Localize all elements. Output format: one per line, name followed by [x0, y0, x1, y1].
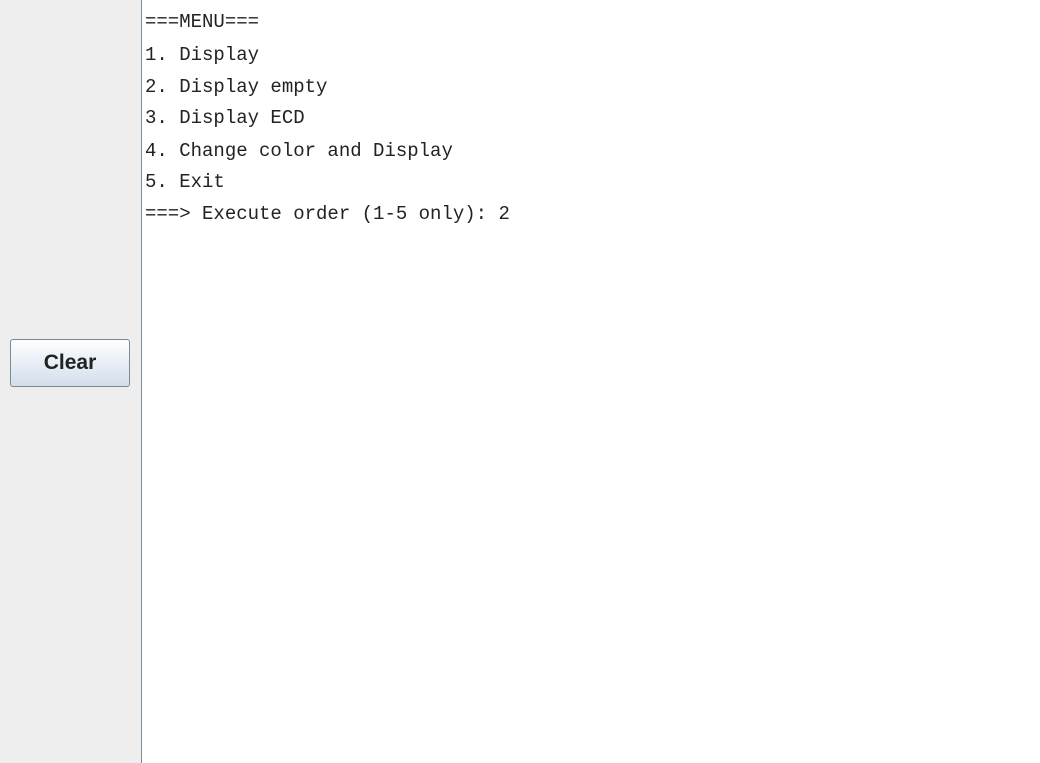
- console-output[interactable]: ===MENU=== 1. Display 2. Display empty 3…: [143, 0, 1040, 763]
- console-line: 2. Display empty: [145, 76, 328, 98]
- clear-button[interactable]: Clear: [10, 339, 130, 387]
- console-line: 3. Display ECD: [145, 107, 305, 129]
- button-panel: Clear: [0, 0, 142, 763]
- app-window: Clear ===MENU=== 1. Display 2. Display e…: [0, 0, 1040, 763]
- console-line: ===MENU===: [145, 11, 260, 33]
- console-line: 4. Change color and Display: [145, 140, 453, 162]
- console-line: 5. Exit: [145, 171, 225, 193]
- console-line: 1. Display: [145, 44, 260, 66]
- console-line: ===> Execute order (1-5 only): 2: [145, 203, 510, 225]
